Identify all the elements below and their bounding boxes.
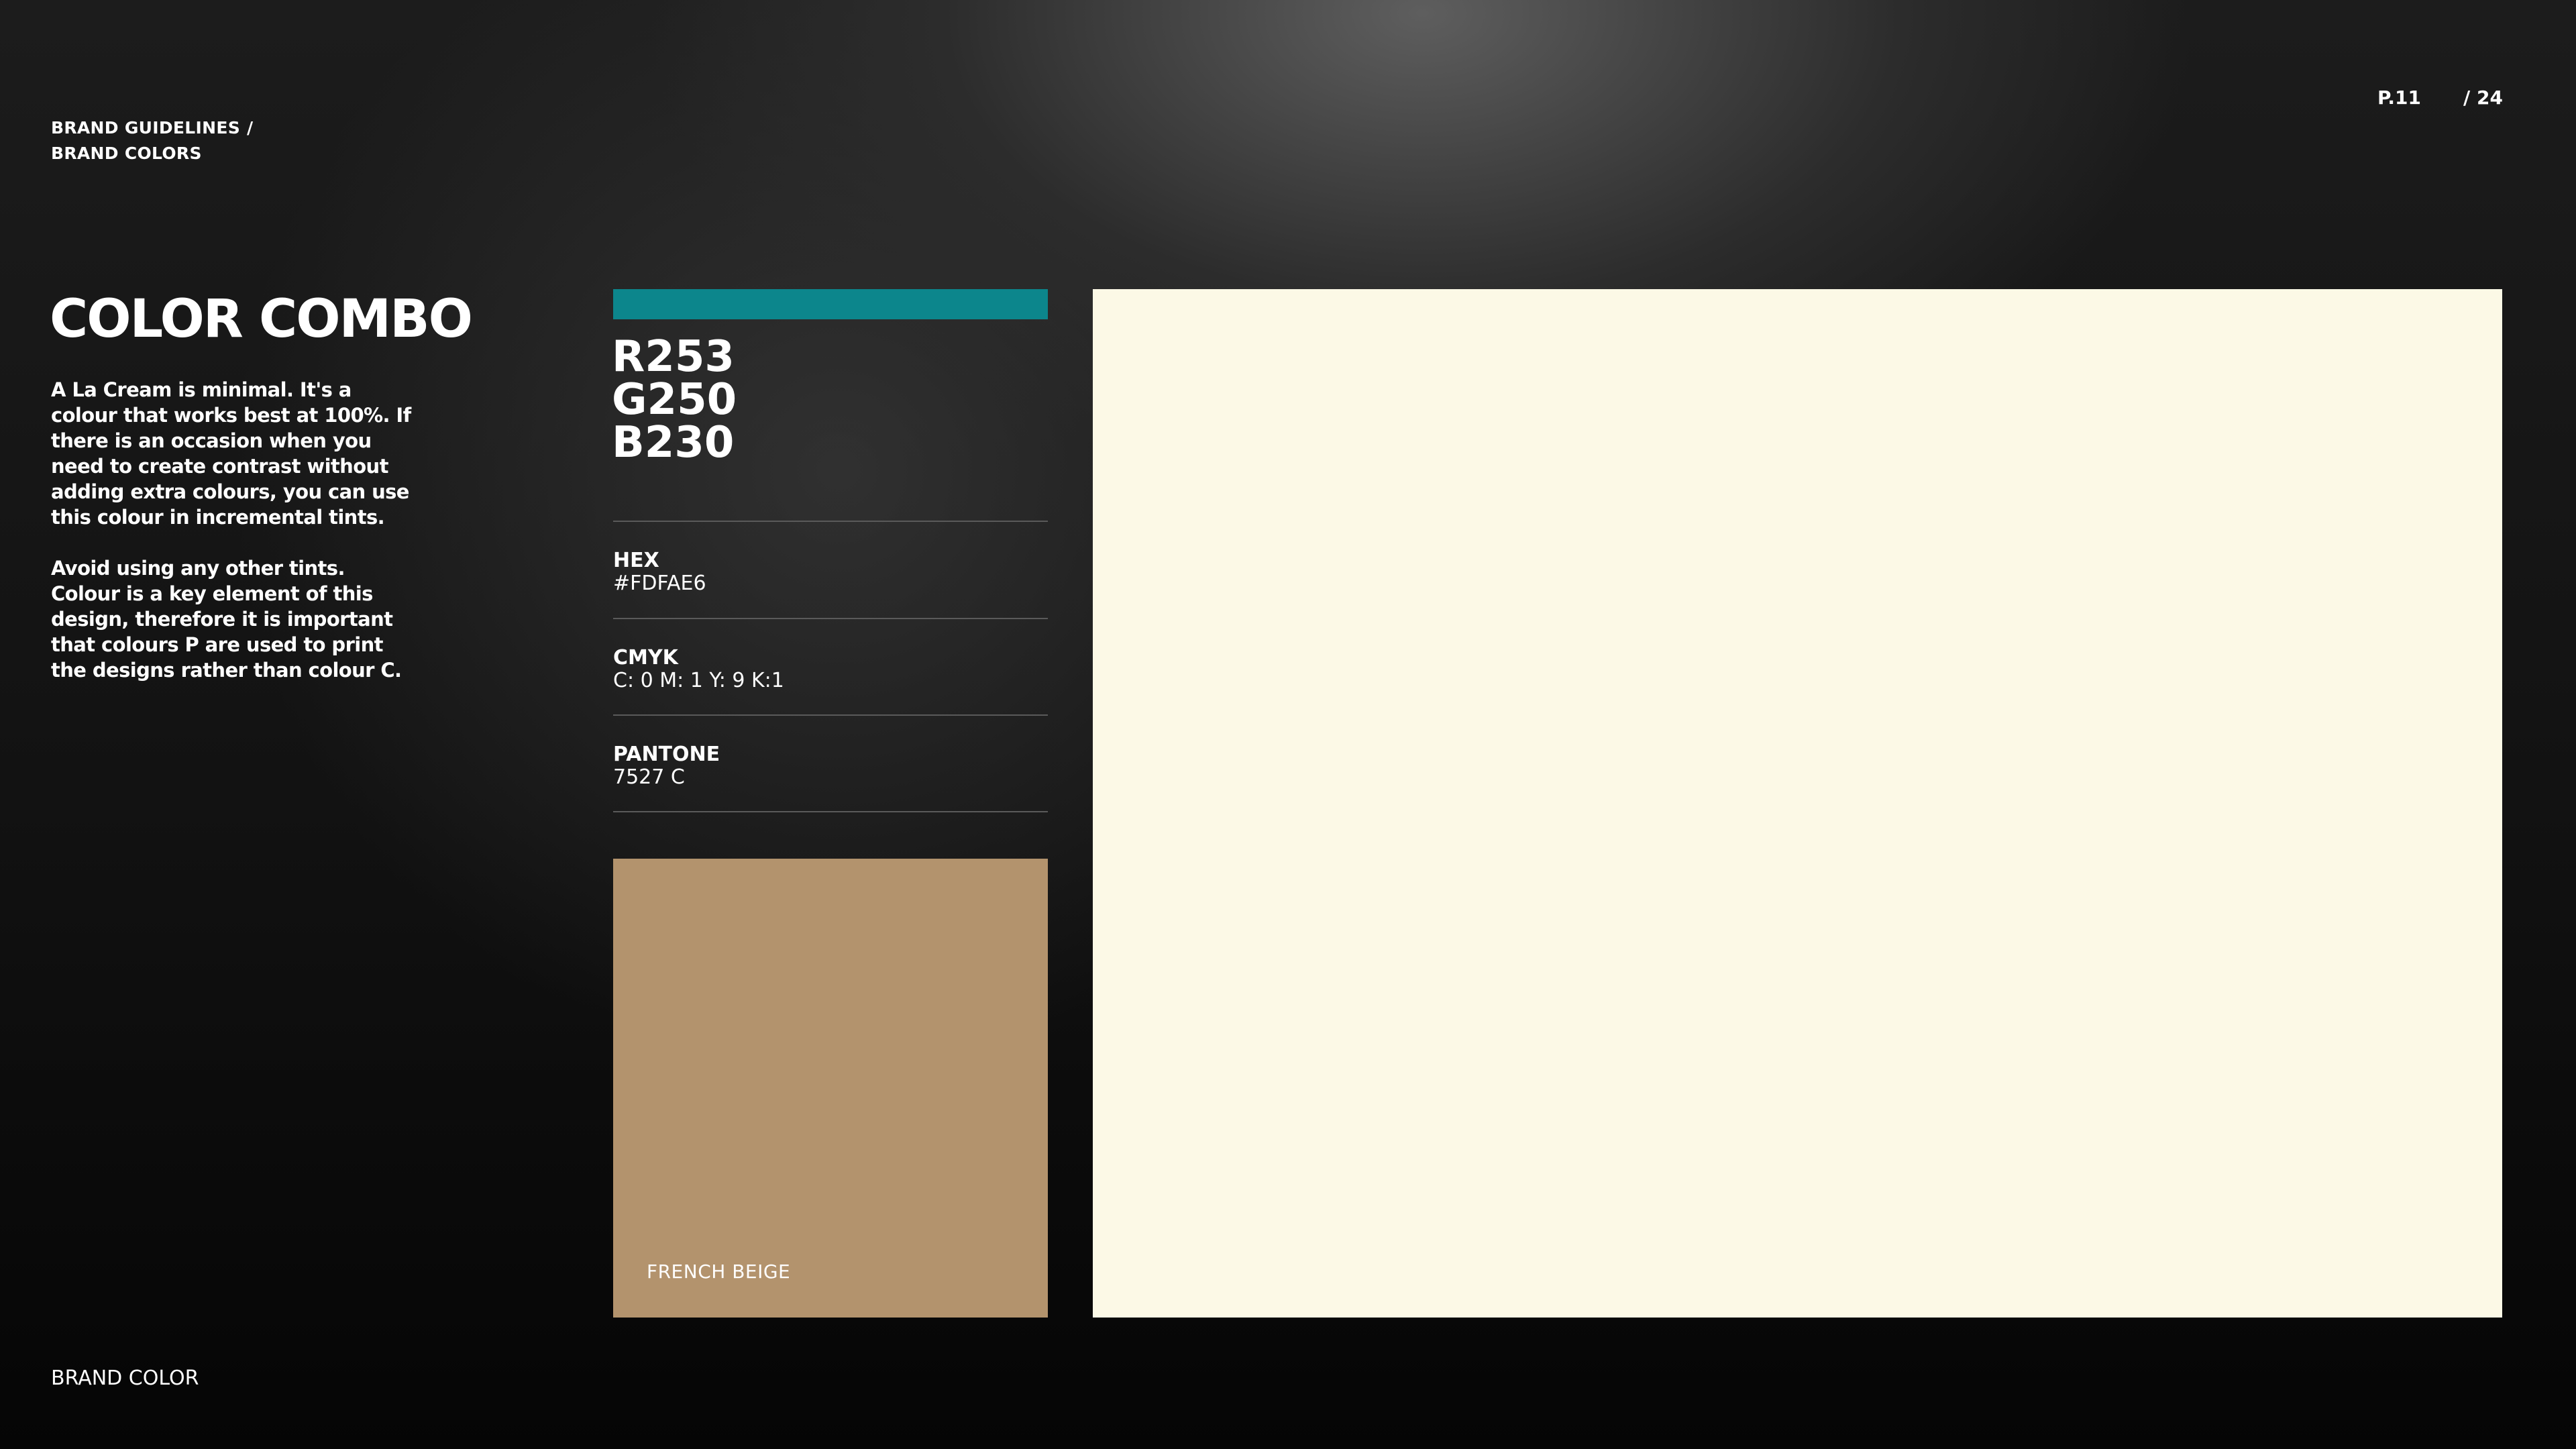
hex-label: HEX	[613, 549, 659, 572]
divider	[613, 811, 1048, 812]
breadcrumb-section: BRAND GUIDELINES /	[51, 118, 254, 138]
breadcrumb-page: BRAND COLORS	[51, 144, 202, 163]
hex-value: #FDFAE6	[613, 572, 706, 595]
divider	[613, 714, 1048, 716]
divider	[613, 618, 1048, 619]
page-number: P.11	[2377, 87, 2421, 109]
rgb-blue: B230	[612, 418, 735, 468]
secondary-color-swatch: FRENCH BEIGE	[613, 859, 1048, 1318]
rgb-green: G250	[612, 375, 737, 425]
cmyk-label: CMYK	[613, 646, 678, 669]
description-paragraph-1: A La Cream is minimal. It's a colour tha…	[51, 378, 411, 529]
description-paragraph-2: Avoid using any other tints. Colour is a…	[51, 557, 402, 682]
divider	[613, 521, 1048, 522]
page-total: / 24	[2463, 87, 2503, 109]
primary-color-swatch	[1093, 289, 2502, 1318]
rgb-values: R253 G250 B230	[612, 335, 737, 464]
breadcrumb: BRAND GUIDELINES / BRAND COLORS	[51, 115, 253, 166]
pantone-value: 7527 C	[613, 765, 685, 789]
page-title: COLOR COMBO	[50, 289, 473, 350]
secondary-color-name: FRENCH BEIGE	[647, 1260, 791, 1283]
footer-label: BRAND COLOR	[51, 1366, 199, 1390]
cmyk-value: C: 0 M: 1 Y: 9 K:1	[613, 669, 784, 692]
accent-color-bar	[613, 289, 1048, 319]
breadcrumb-separator: /	[247, 118, 254, 138]
rgb-red: R253	[612, 332, 735, 382]
pantone-label: PANTONE	[613, 743, 720, 766]
